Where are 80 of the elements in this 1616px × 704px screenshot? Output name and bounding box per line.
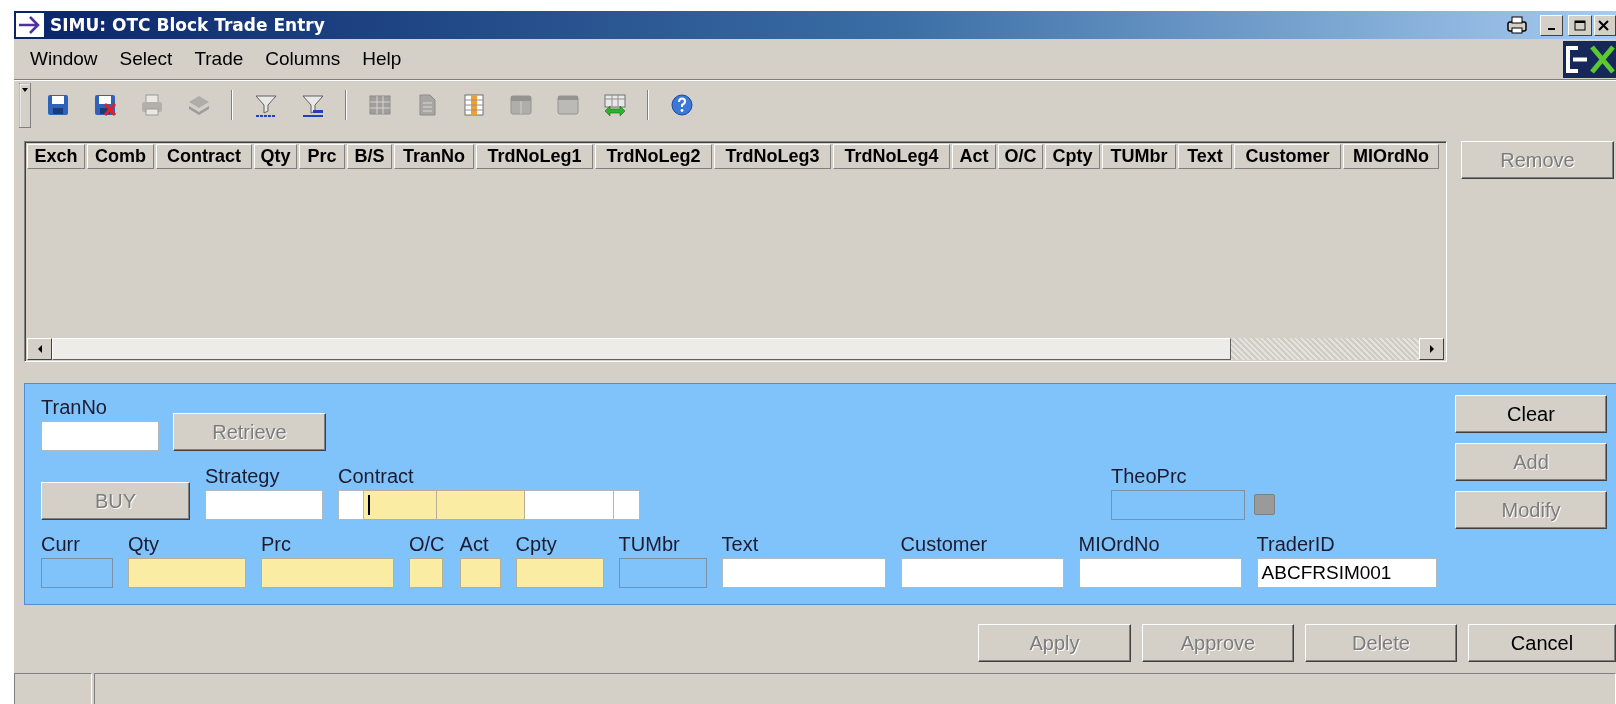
input-field[interactable] (721, 558, 886, 588)
column-header[interactable]: Cpty (1045, 144, 1100, 169)
printer-icon[interactable] (1507, 16, 1527, 34)
input-field[interactable]: ABCFRSIM001 (1256, 558, 1437, 588)
logo (1563, 40, 1616, 78)
menu-item[interactable]: Columns (265, 48, 341, 70)
column-header[interactable]: O/C (998, 144, 1043, 169)
close-button[interactable] (1594, 14, 1616, 36)
maximize-icon (1574, 19, 1586, 31)
scroll-right-button[interactable] (1419, 338, 1444, 360)
input-field[interactable] (618, 558, 707, 588)
minimize-icon (1548, 28, 1555, 30)
menu-item[interactable]: Trade (194, 48, 244, 70)
column-header[interactable]: TUMbr (1102, 144, 1176, 169)
field-label: Act (459, 534, 490, 554)
column-header[interactable]: B/S (347, 144, 392, 169)
field-label: Strategy (205, 466, 281, 486)
column-header[interactable]: Act (952, 144, 996, 169)
input-field[interactable] (261, 558, 394, 588)
column-header[interactable]: MIOrdNo (1343, 144, 1439, 169)
indicator-square (1254, 494, 1275, 515)
filter-icon[interactable] (299, 92, 326, 118)
toolbar-handle[interactable] (19, 82, 31, 128)
scrollbar-thumb[interactable] (52, 338, 1231, 360)
input-field[interactable] (41, 421, 159, 451)
table-arrows-icon[interactable] (601, 92, 628, 118)
input-field[interactable] (1078, 558, 1242, 588)
column-header[interactable]: TrdNoLeg2 (595, 144, 712, 169)
field-label: TUMbr (618, 534, 681, 554)
text-cursor (368, 495, 370, 515)
field-label: Curr (41, 534, 81, 554)
column-header[interactable]: Comb (87, 144, 154, 169)
field-label: TraderID (1256, 534, 1336, 554)
column-header[interactable]: Prc (299, 144, 345, 169)
menu-item[interactable]: Window (30, 48, 98, 70)
column-header[interactable]: TranNo (394, 144, 474, 169)
close-icon (1598, 19, 1609, 31)
input-field[interactable] (1111, 490, 1245, 520)
field-label: TheoPrc (1111, 466, 1188, 486)
form-button[interactable]: Clear (1455, 395, 1607, 433)
field-label: Text (721, 534, 760, 554)
action-button[interactable]: Cancel (1468, 624, 1616, 662)
input-field[interactable] (364, 490, 437, 520)
column-header[interactable]: TrdNoLeg1 (476, 144, 593, 169)
input-field[interactable] (459, 558, 501, 588)
field-label: Customer (900, 534, 989, 554)
input-field[interactable] (515, 558, 604, 588)
menu-item[interactable]: Help (362, 48, 402, 70)
input-field[interactable] (128, 558, 246, 588)
column-header[interactable]: Contract (156, 144, 252, 169)
field-label: Qty (128, 534, 161, 554)
input-field[interactable] (205, 490, 323, 520)
input-field[interactable] (437, 490, 525, 520)
menu-item[interactable]: Select (119, 48, 173, 70)
field-label: MIOrdNo (1078, 534, 1161, 554)
field-label: TranNo (41, 397, 108, 417)
column-header[interactable]: Qty (254, 144, 297, 169)
help-icon[interactable] (668, 92, 695, 118)
field-label: Prc (261, 534, 292, 554)
scroll-left-button[interactable] (27, 338, 52, 360)
app-icon (16, 13, 44, 37)
input-field[interactable] (900, 558, 1064, 588)
field-label: O/C (409, 534, 445, 554)
right-arrow-icon (1427, 344, 1436, 354)
column-header[interactable]: Customer (1234, 144, 1341, 169)
column-header[interactable]: TrdNoLeg3 (714, 144, 831, 169)
column-header[interactable]: Exch (27, 144, 85, 169)
minimize-button[interactable] (1540, 14, 1563, 36)
input-field[interactable] (338, 490, 364, 520)
maximize-button[interactable] (1568, 14, 1592, 36)
input-field[interactable] (41, 558, 113, 588)
filter-icon[interactable] (252, 92, 279, 118)
field-label: Cpty (515, 534, 558, 554)
field-label: Contract (338, 466, 415, 486)
column-header[interactable]: TrdNoLeg4 (833, 144, 950, 169)
input-field[interactable] (614, 490, 640, 520)
column-header[interactable]: Text (1178, 144, 1232, 169)
input-field[interactable] (525, 490, 614, 520)
window-title: SIMU: OTC Block Trade Entry (50, 15, 325, 35)
input-field[interactable] (409, 558, 443, 588)
